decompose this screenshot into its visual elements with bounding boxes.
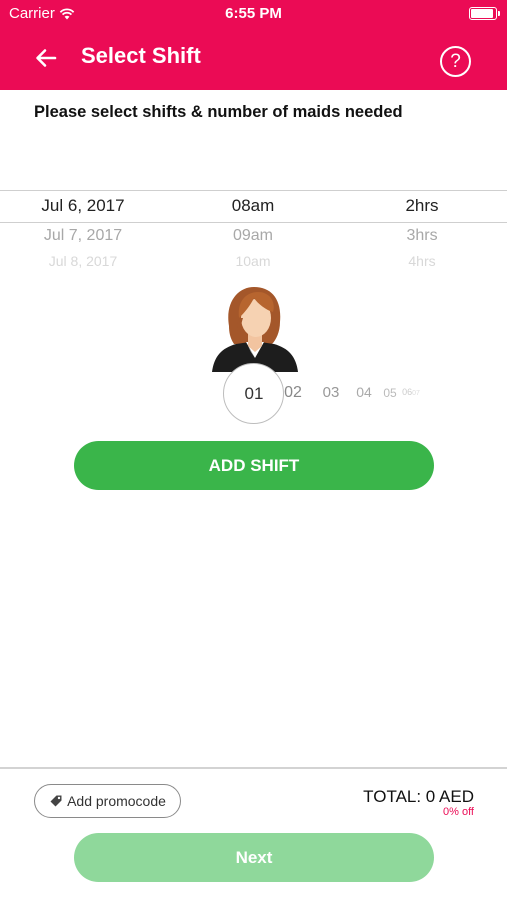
instruction-text: Please select shifts & number of maids n…: [34, 103, 403, 121]
help-button[interactable]: ?: [440, 46, 471, 77]
picker-time: 08am: [231, 196, 275, 215]
maid-count-option[interactable]: 0607: [402, 387, 420, 397]
footer-divider: [0, 767, 507, 769]
maid-count-option[interactable]: 05: [383, 386, 396, 400]
shift-picker[interactable]: Jul 6, 2017 08am 2hrs Jul 7, 2017 09am 3…: [0, 190, 507, 270]
maid-count-option-07: 07: [412, 390, 420, 397]
total-amount: TOTAL: 0 AED: [363, 787, 474, 806]
status-time: 6:55 PM: [225, 5, 282, 22]
picker-duration: 2hrs: [405, 196, 439, 215]
nav-bar: Select Shift ?: [0, 26, 507, 90]
page-title: Select Shift: [81, 43, 201, 68]
picker-time: 10am: [235, 253, 271, 269]
picker-date: Jul 8, 2017: [48, 253, 118, 269]
picker-duration: 4hrs: [408, 253, 436, 269]
maid-count-option[interactable]: 02: [284, 384, 302, 402]
arrow-left-icon: [36, 49, 57, 67]
next-button[interactable]: Next: [74, 833, 434, 882]
maid-count-option[interactable]: 03: [323, 384, 340, 401]
maid-count-option[interactable]: 01: [245, 384, 264, 404]
maid-count-picker[interactable]: 01 02 03 04 05 0607: [0, 360, 507, 426]
picker-time: 09am: [232, 227, 274, 244]
maid-avatar-icon: [212, 287, 298, 372]
maid-count-option-06: 06: [402, 387, 413, 397]
picker-divider-top: [0, 190, 507, 191]
status-bar: Carrier 6:55 PM: [0, 0, 507, 26]
battery-icon: [469, 7, 500, 20]
add-shift-button[interactable]: ADD SHIFT: [74, 441, 434, 490]
maid-count-option[interactable]: 04: [356, 384, 372, 400]
picker-row-selected[interactable]: Jul 6, 2017 08am 2hrs: [0, 196, 507, 226]
promocode-label: Add promocode: [67, 793, 166, 809]
picker-duration: 3hrs: [406, 227, 438, 244]
back-button[interactable]: [30, 42, 62, 74]
discount-label: 0% off: [443, 806, 474, 818]
picker-date: Jul 6, 2017: [41, 196, 125, 215]
picker-row[interactable]: Jul 8, 2017 10am 4hrs: [0, 253, 507, 270]
tag-icon: [50, 795, 62, 807]
add-promocode-button[interactable]: Add promocode: [34, 784, 181, 818]
help-icon: ?: [450, 50, 461, 72]
picker-date: Jul 7, 2017: [43, 227, 123, 244]
